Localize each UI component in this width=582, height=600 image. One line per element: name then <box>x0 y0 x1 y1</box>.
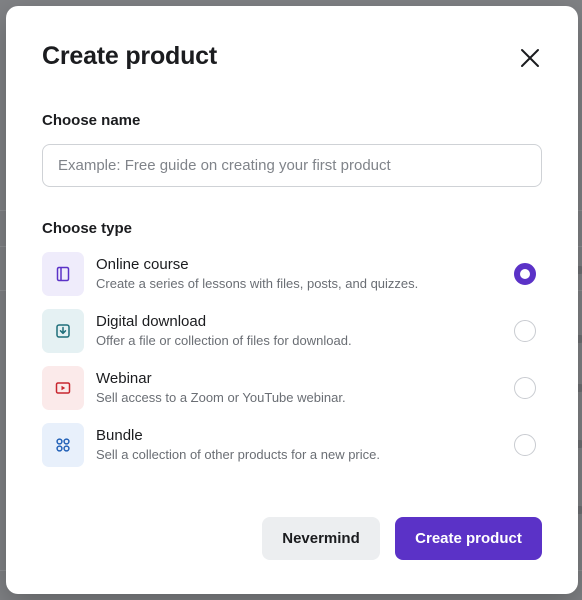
option-description: Offer a file or collection of files for … <box>96 332 352 348</box>
type-option-bundle[interactable]: Bundle Sell a collection of other produc… <box>42 422 542 468</box>
grid-icon <box>56 438 70 452</box>
option-title: Digital download <box>96 312 207 330</box>
webinar-icon-tile <box>42 366 84 410</box>
sidebar-layout-icon <box>56 266 70 282</box>
option-title: Online course <box>96 255 189 273</box>
download-icon <box>56 324 70 338</box>
type-section-label: Choose type <box>42 220 133 237</box>
nevermind-button[interactable]: Nevermind <box>262 517 380 560</box>
radio-online-course[interactable] <box>514 263 536 285</box>
radio-webinar[interactable] <box>514 377 536 399</box>
online-course-icon-tile <box>42 252 84 296</box>
create-product-dialog: Create product Choose name Choose type O… <box>6 6 578 594</box>
create-product-button[interactable]: Create product <box>395 517 542 560</box>
type-option-online-course[interactable]: Online course Create a series of lessons… <box>42 251 542 297</box>
video-play-icon <box>55 382 71 394</box>
option-description: Create a series of lessons with files, p… <box>96 275 419 291</box>
option-title: Bundle <box>96 426 143 444</box>
type-option-digital-download[interactable]: Digital download Offer a file or collect… <box>42 308 542 354</box>
name-section-label: Choose name <box>42 112 141 129</box>
product-name-input[interactable] <box>42 144 542 187</box>
dialog-title: Create product <box>42 42 218 70</box>
radio-bundle[interactable] <box>514 434 536 456</box>
bundle-icon-tile <box>42 423 84 467</box>
option-title: Webinar <box>96 369 152 387</box>
digital-download-icon-tile <box>42 309 84 353</box>
close-icon <box>521 49 539 67</box>
radio-digital-download[interactable] <box>514 320 536 342</box>
close-button[interactable] <box>516 44 544 72</box>
option-description: Sell access to a Zoom or YouTube webinar… <box>96 389 346 405</box>
type-option-webinar[interactable]: Webinar Sell access to a Zoom or YouTube… <box>42 365 542 411</box>
option-description: Sell a collection of other products for … <box>96 446 380 462</box>
